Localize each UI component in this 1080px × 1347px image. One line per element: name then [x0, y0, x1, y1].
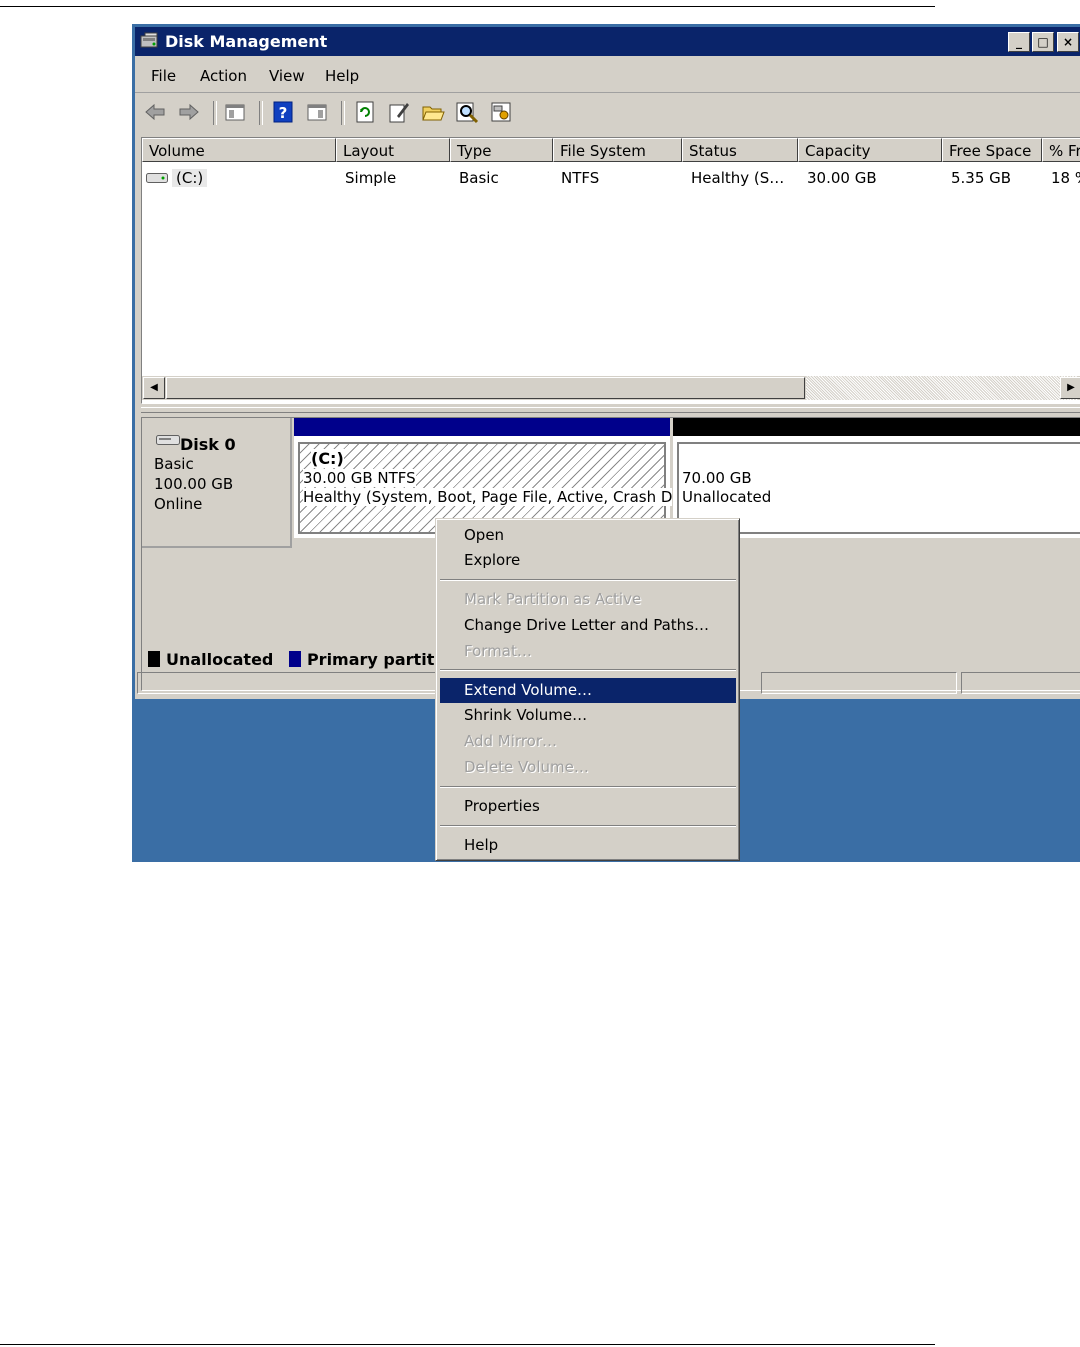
menu-item-mark-active: Mark Partition as Active [464, 590, 642, 608]
drive-icon [146, 173, 168, 183]
properties-icon[interactable] [387, 100, 411, 124]
refresh-icon[interactable] [353, 100, 377, 124]
menu-view[interactable]: View [269, 67, 305, 85]
menu-help[interactable]: Help [325, 67, 359, 85]
scroll-thumb[interactable] [166, 377, 805, 399]
menu-separator [440, 579, 736, 581]
scroll-track[interactable] [806, 376, 1078, 400]
legend-primary-swatch [288, 651, 301, 667]
disk-icon [156, 435, 180, 445]
back-arrow-icon[interactable] [143, 100, 167, 124]
menu-item-delete-volume: Delete Volume… [464, 758, 589, 776]
menu-bar: File Action View Help [135, 58, 1080, 93]
menu-item-change-drive-letter[interactable]: Change Drive Letter and Paths… [440, 613, 736, 638]
toolbar-separator [259, 101, 263, 125]
context-menu: Open Explore Mark Partition as Active Ch… [435, 518, 740, 861]
scroll-right-button[interactable]: ▶ [1060, 377, 1080, 399]
cell-free-space: 5.35 GB [951, 169, 1012, 187]
pane-splitter[interactable] [141, 407, 1080, 413]
disk-info-panel[interactable]: Disk 0 Basic 100.00 GB Online [142, 418, 292, 548]
menu-item-format: Format… [464, 642, 532, 660]
volume-list[interactable]: Volume Layout Type File System Status Ca… [141, 137, 1080, 404]
menu-item-open[interactable]: Open [440, 523, 736, 548]
disk-name: Disk 0 [180, 435, 236, 454]
menu-separator [440, 786, 736, 788]
menu-separator [440, 669, 736, 671]
primary-partition-bar [294, 418, 670, 436]
show-pane-icon[interactable] [305, 100, 329, 124]
disk-size: 100.00 GB [154, 475, 234, 493]
legend-unallocated-swatch [148, 651, 160, 667]
menu-item-add-mirror: Add Mirror… [464, 732, 558, 750]
column-free-space[interactable]: Free Space [942, 138, 1042, 162]
menu-separator [440, 825, 736, 827]
menu-item-shrink-volume[interactable]: Shrink Volume… [440, 703, 736, 728]
column-capacity[interactable]: Capacity [798, 138, 942, 162]
open-folder-icon[interactable] [421, 100, 445, 124]
unallocated-status: Unallocated [682, 488, 772, 506]
cell-layout: Simple [345, 169, 397, 187]
partition-c-label: (C:) [311, 449, 344, 468]
page-top-rule [0, 6, 935, 7]
title-bar[interactable]: Disk Management _ □ × [135, 27, 1080, 56]
menu-action[interactable]: Action [200, 67, 247, 85]
column-file-system[interactable]: File System [553, 138, 682, 162]
console-tree-icon[interactable] [223, 100, 247, 124]
cell-file-system: NTFS [561, 169, 600, 187]
cell-capacity: 30.00 GB [807, 169, 877, 187]
legend: Unallocated Primary partitic [148, 650, 449, 669]
forward-arrow-icon[interactable] [177, 100, 201, 124]
page-bottom-rule [0, 1344, 935, 1345]
window-title: Disk Management [165, 32, 328, 51]
unallocated-size: 70.00 GB [682, 469, 752, 487]
cell-status: Healthy (S… [691, 169, 785, 187]
minimize-button[interactable]: _ [1008, 32, 1030, 52]
close-button[interactable]: × [1057, 32, 1079, 52]
disk-state: Online [154, 495, 203, 513]
scroll-left-button[interactable]: ◀ [143, 377, 165, 399]
column-status[interactable]: Status [682, 138, 798, 162]
menu-item-help[interactable]: Help [440, 833, 736, 858]
legend-unallocated: Unallocated [166, 650, 274, 669]
cell-percent-free: 18 % [1051, 169, 1080, 187]
column-volume[interactable]: Volume [142, 138, 336, 162]
column-percent-free[interactable]: % Fr [1042, 138, 1080, 162]
toolbar-separator [341, 101, 345, 125]
menu-item-explore[interactable]: Explore [440, 548, 736, 573]
menu-item-extend-volume[interactable]: Extend Volume… [440, 678, 736, 703]
rescan-icon[interactable] [489, 100, 513, 124]
maximize-button[interactable]: □ [1032, 32, 1054, 52]
horizontal-scrollbar[interactable]: ◀ ▶ [142, 376, 1080, 400]
status-panel [961, 672, 1080, 694]
unallocated-bar [673, 418, 1080, 436]
disk-type: Basic [154, 455, 194, 473]
column-layout[interactable]: Layout [336, 138, 450, 162]
menu-file[interactable]: File [151, 67, 176, 85]
svg-text:?: ? [279, 104, 288, 122]
column-type[interactable]: Type [450, 138, 553, 162]
toolbar: ? [135, 94, 1080, 132]
help-icon[interactable]: ? [271, 100, 295, 124]
menu-item-properties[interactable]: Properties [440, 794, 736, 819]
partition-c-size: 30.00 GB NTFS [303, 469, 416, 487]
partition-c-status: Healthy (System, Boot, Page File, Active… [303, 488, 673, 506]
status-panel [761, 672, 957, 694]
cell-type: Basic [459, 169, 499, 187]
disk-management-icon [140, 32, 158, 48]
cell-volume[interactable]: (C:) [172, 169, 208, 187]
legend-primary: Primary partitic [306, 650, 450, 669]
search-icon[interactable] [455, 100, 479, 124]
toolbar-separator [213, 101, 217, 125]
